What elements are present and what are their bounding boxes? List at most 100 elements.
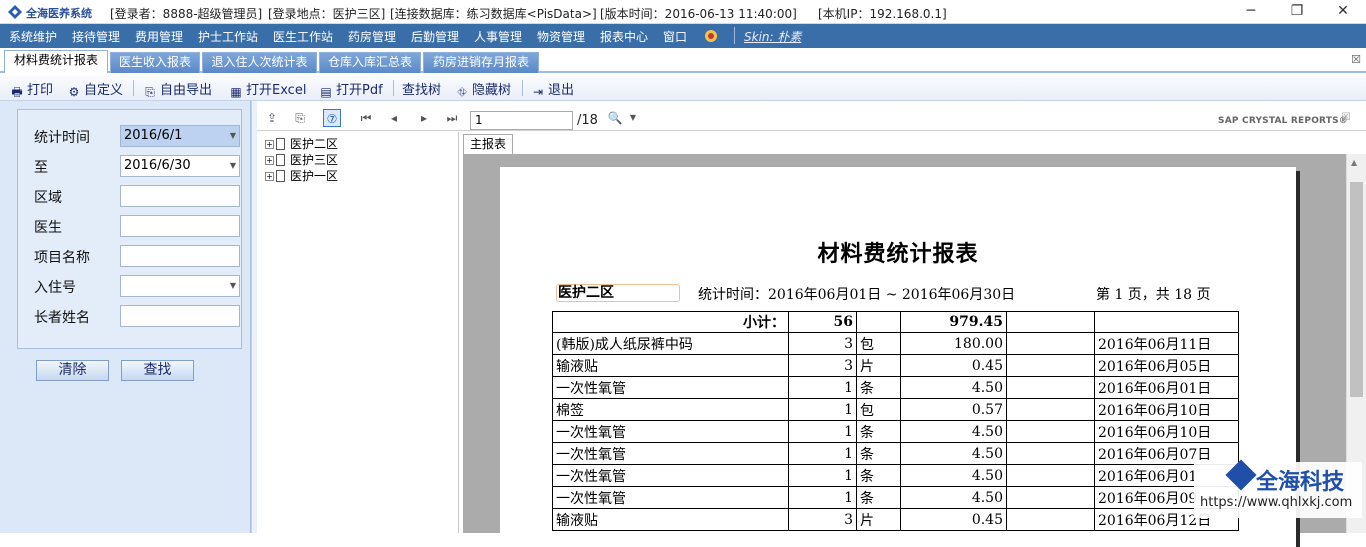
item-qty: 1	[788, 442, 857, 465]
menu-pharmacy[interactable]: 药房管理	[348, 28, 396, 45]
app-name: 全海医养系统	[26, 7, 92, 20]
item-name: 一次性氧管	[552, 486, 789, 509]
menu-reception[interactable]: 接待管理	[72, 28, 120, 45]
close-window-button[interactable]: ✕	[1320, 0, 1366, 24]
tree-item[interactable]: + 医护二区	[265, 135, 338, 152]
report-table: 小计： 56 979.45 (韩版)成人纸尿裤中码 3 包 180.00 2016年06…	[552, 311, 1239, 531]
login-place: [登录地点：医护三区]	[268, 7, 386, 21]
scroll-up-icon[interactable]: ▲	[1351, 158, 1357, 167]
subtotal-amount: 979.45	[900, 311, 1007, 333]
viewer-toolbar: ⇪ ⎘ ⑦ ⏮ ◂ ▸ ⏭ 1 /18 🔍 ▼ SAP CRYSTAL REPO…	[257, 105, 1366, 131]
first-page-icon[interactable]: ⏮	[357, 109, 375, 127]
customize-button[interactable]: ⚙ 自定义	[66, 79, 123, 99]
close-tab-icon[interactable]: ☒	[1350, 54, 1362, 66]
toolbar-separator	[393, 80, 394, 96]
export-report-icon[interactable]: ⇪	[263, 109, 281, 127]
open-pdf-button[interactable]: ▤ 打开Pdf	[318, 79, 382, 99]
find-tree-button[interactable]: 查找树	[402, 79, 441, 98]
stat-time-value: 2016/6/1	[124, 128, 183, 143]
customize-label: 自定义	[84, 83, 124, 98]
item-date: 2016年06月01日	[1094, 376, 1239, 399]
tree-item[interactable]: + 医护三区	[265, 151, 338, 168]
report-page-info: 第 1 页，共 18 页	[1096, 287, 1211, 303]
zoom-dropdown-icon[interactable]: ▼	[624, 109, 642, 127]
free-export-button[interactable]: ⎘ 自由导出	[142, 79, 212, 99]
next-page-icon[interactable]: ▸	[415, 109, 433, 127]
main-report-tab[interactable]: 主报表	[463, 134, 513, 154]
title-bar: 全海医养系统 [登录者：8888-超级管理员] [登录地点：医护三区] [连接数…	[0, 0, 1366, 24]
copy-icon[interactable]: ⎘	[291, 109, 309, 127]
local-ip: [本机IP：192.168.0.1]	[818, 7, 947, 21]
item-unit: 条	[856, 464, 901, 487]
toolbar-separator	[133, 80, 134, 96]
customize-icon: ⚙	[68, 85, 80, 99]
item-date: 2016年06月10日	[1094, 420, 1239, 443]
company-logo-icon	[1225, 459, 1257, 491]
menu-window[interactable]: 窗口	[663, 28, 687, 45]
item-qty: 1	[788, 464, 857, 487]
menu-hr[interactable]: 人事管理	[474, 28, 522, 45]
watermark-url: https://www.qhlxkj.com	[1200, 495, 1353, 510]
tree-item-label: 医护二区	[290, 137, 339, 151]
chevron-down-icon[interactable]: ▼	[230, 126, 236, 146]
item-unit: 片	[856, 354, 901, 377]
document-icon	[276, 154, 285, 166]
page-number-input[interactable]: 1	[470, 111, 573, 130]
exit-button[interactable]: ⇥ 退出	[530, 79, 574, 99]
print-button[interactable]: 🖶 打印	[9, 79, 53, 99]
prev-page-icon[interactable]: ◂	[385, 109, 403, 127]
expand-icon[interactable]: +	[265, 140, 274, 149]
report-period: 统计时间：2016年06月01日 ~ 2016年06月30日	[698, 287, 1016, 303]
item-name-label: 项目名称	[34, 250, 90, 266]
restore-button[interactable]: ❐	[1274, 0, 1320, 24]
zoom-icon[interactable]: 🔍	[606, 109, 624, 127]
report-title: 材料费统计报表	[817, 241, 979, 267]
tab-doctor-income-report[interactable]: 医生收入报表	[110, 52, 200, 73]
tree-item[interactable]: + 医护一区	[265, 167, 338, 184]
skin-icon[interactable]	[703, 28, 719, 44]
item-qty: 3	[788, 332, 857, 355]
hide-tree-button[interactable]: ⛗ 隐藏树	[454, 79, 511, 99]
chevron-down-icon[interactable]: ▼	[230, 156, 236, 176]
doctor-field[interactable]	[120, 215, 240, 237]
item-name: 一次性氧管	[552, 464, 789, 487]
last-page-icon[interactable]: ⏭	[443, 109, 461, 127]
expand-icon[interactable]: +	[265, 172, 274, 181]
menu-materials[interactable]: 物资管理	[537, 28, 585, 45]
stat-time-datepicker[interactable]: 2016/6/1 ▼	[120, 125, 240, 147]
area-field[interactable]	[120, 185, 240, 207]
elder-name-field[interactable]	[120, 305, 240, 327]
tab-checkin-stats[interactable]: 退入住人次统计表	[202, 52, 317, 73]
item-qty: 1	[788, 486, 857, 509]
search-button[interactable]: 查找	[121, 360, 194, 381]
clear-button[interactable]: 清除	[36, 360, 109, 381]
admission-no-select[interactable]: ▼	[120, 275, 240, 297]
menu-fees[interactable]: 费用管理	[135, 28, 183, 45]
menu-nurse[interactable]: 护士工作站	[198, 28, 258, 45]
table-row: 输液贴 3 片 0.45 2016年06月05日	[552, 354, 1239, 377]
item-name: 一次性氧管	[552, 442, 789, 465]
chevron-down-icon[interactable]: ▼	[230, 276, 236, 296]
menu-system[interactable]: 系统维护	[9, 28, 57, 45]
subtotal-label: 小计：	[552, 311, 789, 333]
free-export-label: 自由导出	[160, 83, 213, 98]
scroll-thumb[interactable]	[1350, 182, 1363, 397]
open-excel-button[interactable]: ▦ 打开Excel	[228, 79, 306, 99]
end-date-datepicker[interactable]: 2016/6/30 ▼	[120, 155, 240, 177]
menu-reports[interactable]: 报表中心	[600, 28, 648, 45]
close-viewer-icon[interactable]: ☒	[1337, 109, 1355, 127]
skin-selector[interactable]: Skin: 朴素	[744, 28, 801, 45]
menu-logistics[interactable]: 后勤管理	[411, 28, 459, 45]
tab-pharmacy-monthly[interactable]: 药房进销存月报表	[423, 52, 539, 73]
item-name-field[interactable]	[120, 245, 240, 267]
tab-warehouse-summary[interactable]: 仓库入库汇总表	[319, 52, 421, 73]
table-row: 一次性氧管 1 条 4.50 2016年06月01日	[552, 376, 1239, 399]
subtotal-qty: 56	[788, 311, 857, 333]
stat-time-label: 统计时间	[34, 130, 90, 146]
minimize-button[interactable]: ─	[1228, 0, 1274, 24]
expand-icon[interactable]: +	[265, 156, 274, 165]
item-unit: 条	[856, 420, 901, 443]
tab-material-fee-report[interactable]: 材料费统计报表	[4, 50, 108, 73]
menu-doctor[interactable]: 医生工作站	[273, 28, 333, 45]
toggle-tree-icon[interactable]: ⑦	[323, 109, 341, 127]
